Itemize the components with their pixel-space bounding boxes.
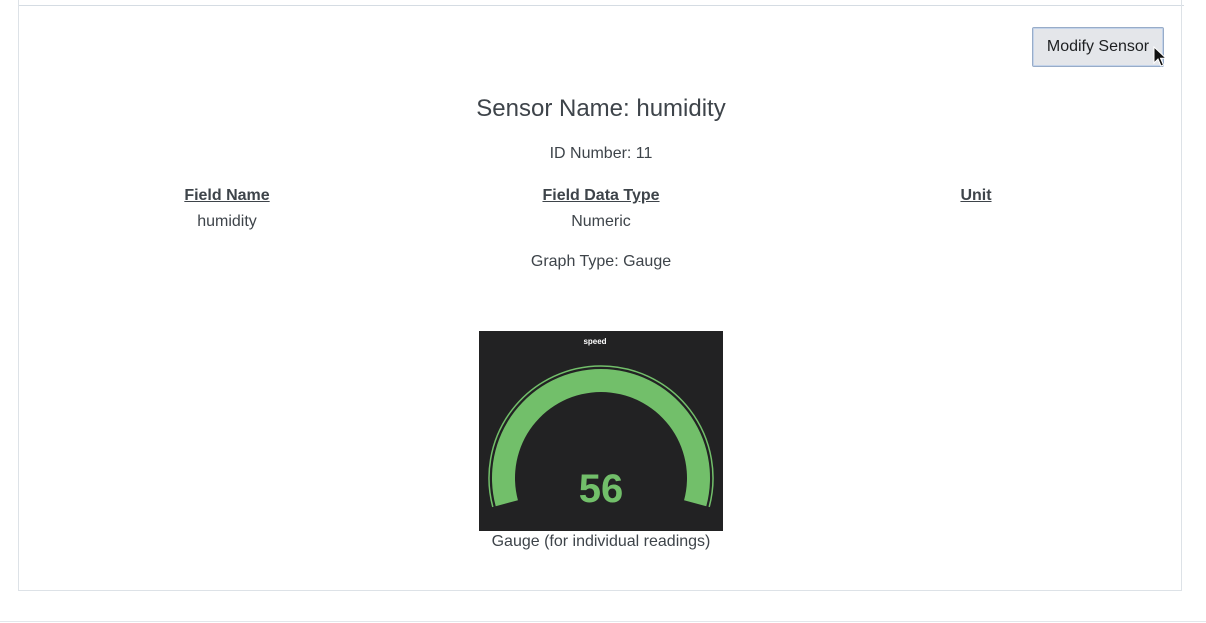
gauge-title: speed [583,337,606,346]
bottom-divider [0,621,1206,622]
sensor-details-page: Modify Sensor Sensor Name: humidity ID N… [0,0,1206,623]
unit-header: Unit [960,187,992,204]
field-name-column: Field Name humidity [77,187,377,231]
field-name-value: humidity [197,213,257,230]
gauge-chart: speed 56 [488,337,714,511]
graph-type-label: Graph Type: Gauge [530,253,672,270]
field-name-header: Field Name [184,187,270,204]
sensor-name-heading: Sensor Name: humidity [476,95,726,122]
gauge-caption: Gauge (for individual readings) [491,533,711,550]
gauge-value-text: 56 [579,467,624,511]
field-data-type-column: Field Data Type Numeric [451,187,751,231]
unit-column: Unit [826,187,1126,213]
modify-sensor-button[interactable]: Modify Sensor [1032,27,1164,67]
gauge-widget: speed 56 [479,331,723,531]
field-data-type-value: Numeric [571,213,631,230]
field-data-type-header: Field Data Type [542,187,660,204]
sensor-id-number: ID Number: 11 [549,145,653,162]
mouse-pointer-icon [1153,46,1167,67]
